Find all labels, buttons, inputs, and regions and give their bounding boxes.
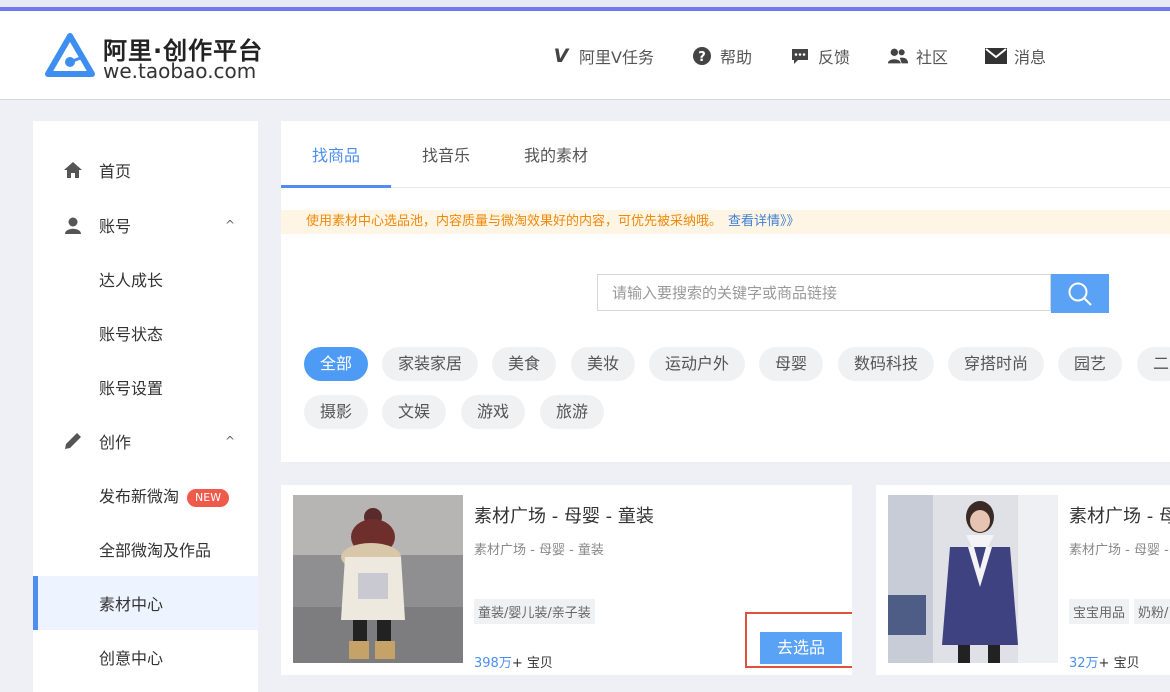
select-products-button[interactable]: 去选品 [760, 632, 842, 664]
chevron-up-icon: ^ [225, 434, 236, 448]
category-chip-beauty[interactable]: 美妆 [571, 347, 636, 381]
category-chip-travel[interactable]: 旅游 [540, 395, 605, 429]
sidebar-item-all-works[interactable]: 全部微淘及作品 [33, 522, 258, 576]
category-chip-garden[interactable]: 园艺 [1058, 347, 1123, 381]
category-chip-all[interactable]: 全部 [304, 347, 369, 381]
nav-help[interactable]: ? 帮助 [691, 43, 752, 69]
sidebar-item-create[interactable]: 创作 ^ [33, 414, 258, 468]
category-chip-food[interactable]: 美食 [492, 347, 557, 381]
card-count-number: 398万 [474, 656, 512, 671]
help-icon: ? [691, 45, 713, 67]
nav-feedback-label: 反馈 [817, 48, 850, 67]
sidebar-item-home[interactable]: 首页 [33, 143, 258, 197]
category-chip-fashion[interactable]: 穿搭时尚 [948, 347, 1045, 381]
sidebar-item-account-status[interactable]: 账号状态 [33, 306, 258, 360]
category-chip-digital[interactable]: 数码科技 [838, 347, 935, 381]
card-item-count: 32万+ 宝贝 [1069, 652, 1140, 671]
material-panel: 找商品 找音乐 我的素材 使用素材中心选品池，内容质量与微淘效果好的内容，可优先… [281, 121, 1170, 462]
v-icon: V [553, 45, 569, 67]
card-tag: 奶粉/ [1134, 599, 1170, 624]
material-card[interactable]: 素材广场 - 母婴 - 童装 素材广场 - 母婴 - 童装 童装/婴儿装/亲子装… [281, 485, 852, 675]
card-tag: 宝宝用品 [1069, 599, 1130, 624]
sidebar: 首页 账号 ^ 达人成长 账号状态 账号设置 创作 ^ 发布新微淘 NEW 全部微… [33, 121, 258, 692]
highlight-box: 去选品 [745, 612, 852, 668]
search-button[interactable] [1051, 274, 1109, 313]
category-chip-home[interactable]: 家装家居 [382, 347, 479, 381]
card-breadcrumb: 素材广场 - 母婴 - [1069, 543, 1169, 558]
sidebar-item-label: 账号设置 [99, 379, 164, 398]
logo[interactable]: 阿里·创作平台 we.taobao.com [43, 31, 283, 83]
card-item-count: 398万+ 宝贝 [474, 652, 553, 671]
sidebar-item-creative-center[interactable]: 创意中心 [33, 630, 258, 684]
nav-help-label: 帮助 [719, 48, 752, 67]
category-chip-outdoor[interactable]: 运动户外 [649, 347, 746, 381]
pen-icon [63, 431, 83, 451]
card-breadcrumb: 素材广场 - 母婴 - 童装 [474, 543, 604, 558]
tab-find-products[interactable]: 找商品 [281, 121, 391, 188]
chevron-up-icon: ^ [225, 218, 236, 232]
top-accent-bar [0, 0, 1170, 11]
feedback-icon [789, 45, 811, 67]
sidebar-item-label: 首页 [99, 162, 132, 181]
search-input[interactable] [597, 274, 1051, 311]
nav-community[interactable]: 社区 [887, 43, 948, 69]
nav-messages-label: 消息 [1014, 48, 1047, 67]
card-title[interactable]: 素材广场 - 母婴 - 童装 [474, 502, 654, 528]
category-chip-clipped[interactable]: 二 [1137, 347, 1170, 381]
category-chip-games[interactable]: 游戏 [461, 395, 526, 429]
material-card[interactable]: 素材广场 - 母 素材广场 - 母婴 - 宝宝用品 奶粉/ 32万+ 宝贝 [876, 485, 1170, 675]
card-count-suffix: + 宝贝 [511, 656, 553, 671]
product-image-mother[interactable] [888, 495, 1058, 663]
sidebar-item-material-center[interactable]: 素材中心 [33, 576, 258, 630]
notice-text: 使用素材中心选品池，内容质量与微淘效果好的内容，可优先被采纳哦。 [306, 214, 723, 229]
card-count-suffix: + 宝贝 [1098, 656, 1140, 671]
nav-v-task-label: 阿里V任务 [579, 48, 654, 67]
card-tag: 童装/婴儿装/亲子装 [474, 599, 595, 624]
sidebar-item-account[interactable]: 账号 ^ [33, 198, 258, 252]
sidebar-item-label: 素材中心 [99, 595, 164, 614]
nav-messages[interactable]: 消息 [985, 43, 1046, 69]
sidebar-item-label: 账号状态 [99, 325, 164, 344]
sidebar-item-growth[interactable]: 达人成长 [33, 252, 258, 306]
user-icon [63, 215, 83, 235]
card-title[interactable]: 素材广场 - 母 [1069, 502, 1170, 528]
new-badge: NEW [187, 488, 230, 507]
brand-domain: we.taobao.com [103, 59, 257, 83]
category-chip-baby[interactable]: 母婴 [759, 347, 824, 381]
sidebar-item-label: 达人成长 [99, 271, 164, 290]
sidebar-item-label: 发布新微淘 [99, 487, 180, 506]
sidebar-item-label: 账号 [99, 217, 132, 236]
top-nav: V 阿里V任务 ? 帮助 反馈 社区 消息 [550, 43, 1083, 69]
nav-community-label: 社区 [915, 48, 948, 67]
card-tags: 童装/婴儿装/亲子装 [474, 599, 600, 624]
home-icon [63, 160, 83, 180]
card-count-number: 32万 [1069, 656, 1099, 671]
notice-text-wrap: 使用素材中心选品池，内容质量与微淘效果好的内容，可优先被采纳哦。 查看详情》》 [306, 210, 800, 234]
card-tags: 宝宝用品 奶粉/ [1069, 599, 1170, 624]
search-box [597, 274, 1109, 313]
nav-feedback[interactable]: 反馈 [789, 43, 850, 69]
mail-icon [985, 45, 1007, 67]
notice-details-link[interactable]: 查看详情》》 [728, 214, 800, 229]
category-chip-photo[interactable]: 摄影 [304, 395, 369, 429]
community-icon [887, 45, 909, 67]
category-chip-entertainment[interactable]: 文娱 [382, 395, 447, 429]
product-image-kid[interactable] [293, 495, 463, 663]
sidebar-item-label: 创作 [99, 433, 132, 452]
sidebar-item-account-settings[interactable]: 账号设置 [33, 360, 258, 414]
logo-triangle-icon [45, 33, 95, 77]
site-header: 阿里·创作平台 we.taobao.com V 阿里V任务 ? 帮助 反馈 社区 [0, 11, 1170, 100]
tab-my-materials[interactable]: 我的素材 [501, 121, 611, 187]
notice-bar: 使用素材中心选品池，内容质量与微淘效果好的内容，可优先被采纳哦。 查看详情》》 [281, 210, 1170, 234]
sidebar-item-publish[interactable]: 发布新微淘 NEW [33, 468, 258, 522]
sidebar-item-label-wrap: 发布新微淘 NEW [99, 483, 230, 507]
tab-bar: 找商品 找音乐 我的素材 [281, 121, 1170, 188]
nav-v-task[interactable]: V 阿里V任务 [550, 43, 654, 69]
sidebar-item-label: 全部微淘及作品 [99, 541, 212, 560]
tab-find-music[interactable]: 找音乐 [391, 121, 501, 187]
search-icon [1068, 282, 1092, 306]
sidebar-item-label: 创意中心 [99, 649, 164, 668]
svg-text:?: ? [698, 50, 706, 65]
